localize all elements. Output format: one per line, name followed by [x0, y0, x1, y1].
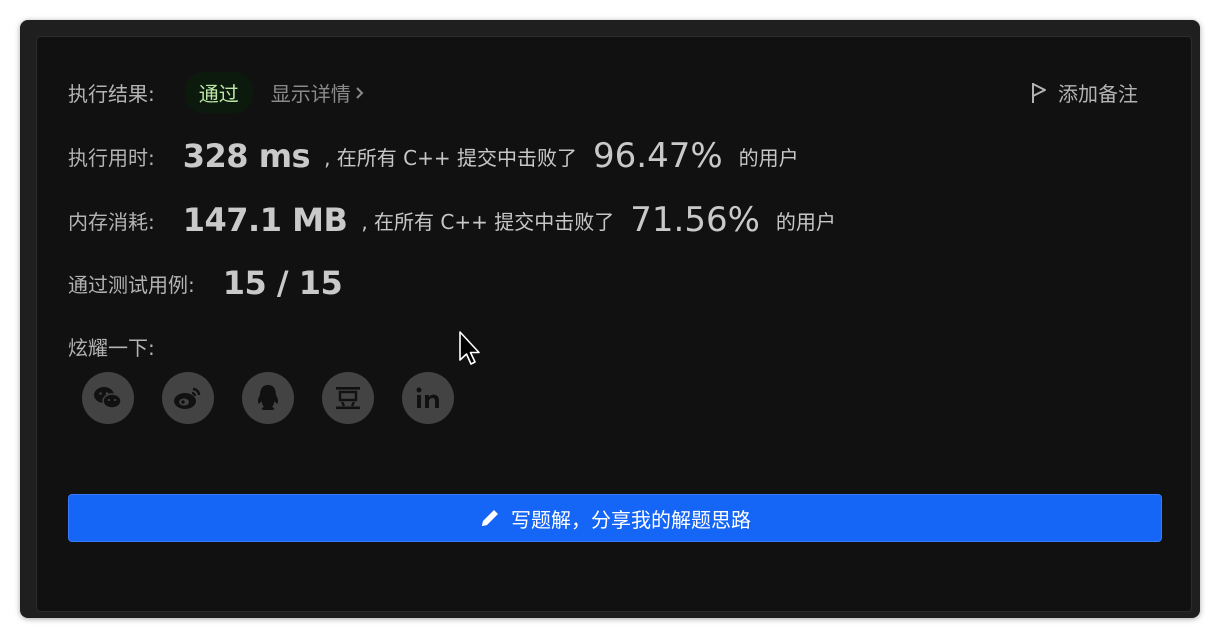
- memory-row: 内存消耗: 147.1 MB , 在所有 C++ 提交中击败了 71.56% 的…: [68, 200, 836, 240]
- share-row-label: 炫耀一下:: [68, 332, 155, 361]
- qq-icon: [257, 385, 279, 410]
- douban-icon: [336, 387, 360, 410]
- testcases-label: 通过测试用例:: [68, 272, 195, 297]
- share-buttons: [82, 372, 482, 424]
- write-solution-label: 写题解，分享我的解题思路: [511, 507, 751, 532]
- runtime-row: 执行用时: 328 ms , 在所有 C++ 提交中击败了 96.47% 的用户: [68, 136, 799, 176]
- runtime-value: 328 ms: [182, 137, 311, 175]
- status-badge: 通过: [184, 72, 253, 113]
- wechat-icon: [94, 387, 122, 409]
- share-linkedin-button[interactable]: [402, 372, 454, 424]
- runtime-prefix: , 在所有 C++ 提交中击败了: [324, 145, 577, 170]
- chevron-right-icon: [356, 86, 364, 99]
- memory-value: 147.1 MB: [182, 201, 348, 239]
- write-solution-button[interactable]: 写题解，分享我的解题思路: [68, 494, 1162, 542]
- show-details-link[interactable]: 显示详情: [271, 78, 365, 107]
- add-note-label: 添加备注: [1058, 82, 1138, 106]
- share-douban-button[interactable]: [322, 372, 374, 424]
- memory-percent: 71.56%: [630, 200, 760, 240]
- result-row: 执行结果: 通过 显示详情: [68, 72, 365, 113]
- weibo-icon: [174, 387, 201, 409]
- result-label: 执行结果:: [68, 82, 155, 106]
- testcases-row: 通过测试用例: 15 / 15: [68, 264, 343, 302]
- flag-icon: [1032, 82, 1046, 103]
- share-wechat-button[interactable]: [82, 372, 134, 424]
- runtime-suffix: 的用户: [738, 145, 799, 170]
- testcases-value: 15 / 15: [222, 264, 343, 302]
- runtime-label: 执行用时:: [68, 145, 155, 170]
- share-label: 炫耀一下:: [68, 336, 155, 360]
- runtime-percent: 96.47%: [593, 136, 723, 176]
- add-note-button[interactable]: 添加备注: [1030, 78, 1138, 107]
- memory-suffix: 的用户: [775, 209, 836, 234]
- pencil-icon: [482, 510, 498, 526]
- share-weibo-button[interactable]: [162, 372, 214, 424]
- share-qq-button[interactable]: [242, 372, 294, 424]
- memory-prefix: , 在所有 C++ 提交中击败了: [361, 209, 615, 234]
- mouse-cursor-icon: [459, 331, 480, 365]
- show-details-label: 显示详情: [270, 82, 351, 106]
- linkedin-icon: [416, 387, 439, 408]
- memory-label: 内存消耗:: [68, 209, 155, 234]
